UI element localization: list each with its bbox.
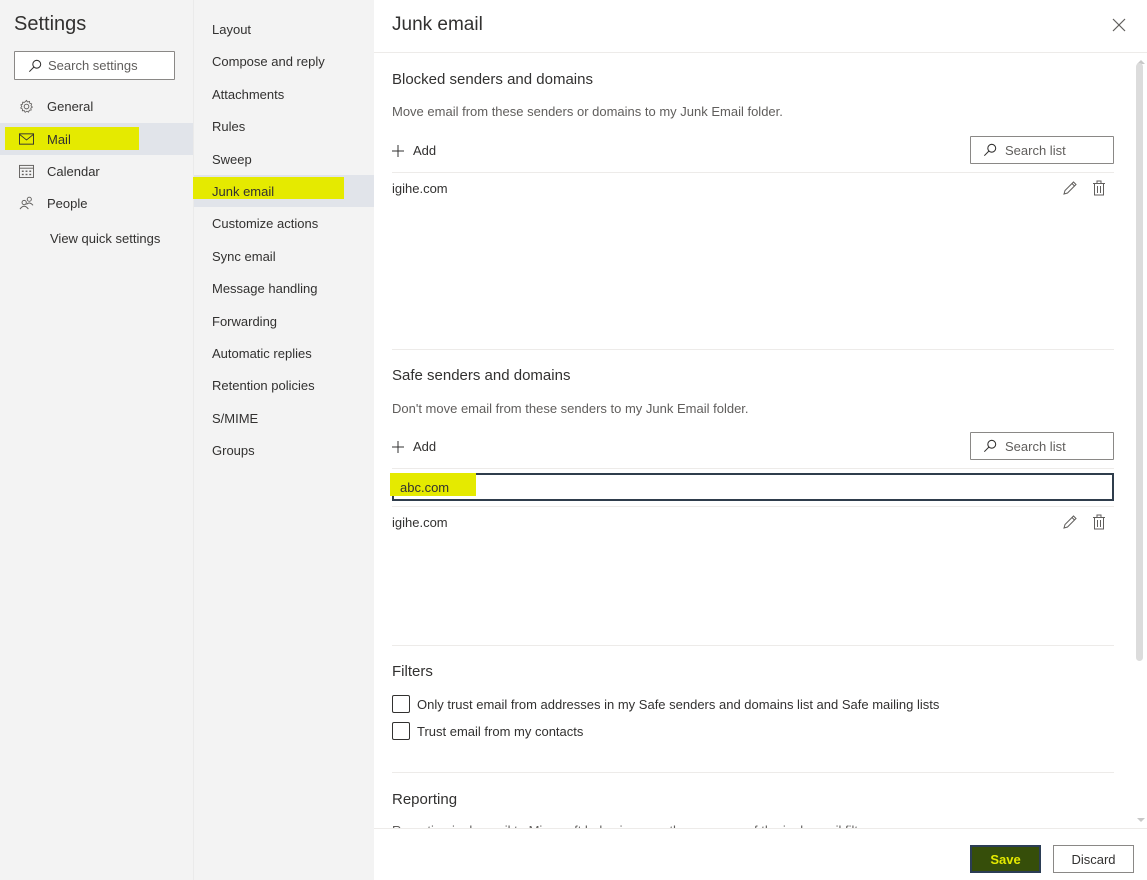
mail-nav-item[interactable]: Rules <box>194 110 374 142</box>
mail-nav-label: Junk email <box>212 183 275 199</box>
mail-nav-item[interactable]: Retention policies <box>194 369 374 401</box>
section-divider <box>392 645 1114 646</box>
search-icon <box>983 143 997 157</box>
blocked-search-list[interactable] <box>970 136 1114 164</box>
safe-entry-text: igihe.com <box>392 514 448 530</box>
edit-icon[interactable] <box>1062 180 1078 196</box>
safe-search-input[interactable] <box>1005 438 1105 454</box>
close-icon[interactable] <box>1111 17 1127 33</box>
mail-nav-label: Automatic replies <box>212 345 312 361</box>
mail-nav-label: Rules <box>212 118 246 134</box>
delete-icon[interactable] <box>1092 514 1108 530</box>
mail-nav-label: Forwarding <box>212 313 278 329</box>
mail-nav-item-junk-email[interactable]: Junk email <box>193 175 374 207</box>
nav-item-label: People <box>47 195 88 211</box>
settings-nav: Settings General Mail Calendar People Vi… <box>0 0 193 880</box>
plus-icon <box>392 440 404 453</box>
plus-icon <box>392 144 404 157</box>
blocked-entry-text: igihe.com <box>392 180 448 196</box>
checkbox[interactable] <box>392 695 410 713</box>
junk-email-panel: Junk email Blocked senders and domains M… <box>374 0 1147 880</box>
nav-item-general[interactable]: General <box>0 90 193 122</box>
mail-nav-label: Sweep <box>212 151 252 167</box>
save-button[interactable]: Save <box>970 845 1041 873</box>
mail-nav-item[interactable]: Groups <box>194 434 374 466</box>
mail-nav-label: Customize actions <box>212 215 319 231</box>
add-label: Add <box>413 439 437 454</box>
checkbox-label: Only trust email from addresses in my Sa… <box>417 696 940 712</box>
scrollbar-thumb[interactable] <box>1136 63 1143 661</box>
safe-search-list[interactable] <box>970 432 1114 460</box>
safe-entry-row[interactable]: igihe.com <box>392 507 1114 537</box>
calendar-icon <box>18 163 34 179</box>
mail-nav-item[interactable]: Message handling <box>194 272 374 304</box>
people-icon <box>18 195 34 211</box>
panel-title: Junk email <box>392 14 483 35</box>
mail-nav-label: Layout <box>212 21 252 37</box>
panel-header: Junk email <box>374 0 1147 53</box>
blocked-search-input[interactable] <box>1005 142 1105 158</box>
add-label: Add <box>413 143 437 158</box>
panel-footer: Save Discard <box>374 828 1147 880</box>
search-icon <box>28 59 42 72</box>
divider <box>392 468 1114 469</box>
settings-title: Settings <box>14 13 87 35</box>
filter-option-trust-contacts[interactable]: Trust email from my contacts <box>392 722 583 740</box>
section-divider <box>392 349 1114 350</box>
mail-nav-item[interactable]: Layout <box>194 13 374 45</box>
blocked-section-description: Move email from these senders or domains… <box>392 104 783 119</box>
settings-content: Blocked senders and domains Move email f… <box>374 54 1147 828</box>
view-quick-settings-link[interactable]: View quick settings <box>50 231 160 246</box>
nav-item-people[interactable]: People <box>0 187 193 219</box>
mail-nav-item[interactable]: S/MIME <box>194 402 374 434</box>
nav-item-calendar[interactable]: Calendar <box>0 155 193 187</box>
mail-nav-label: Groups <box>212 442 255 458</box>
gear-icon <box>18 98 34 114</box>
blocked-section-title: Blocked senders and domains <box>392 71 593 88</box>
discard-button[interactable]: Discard <box>1053 845 1134 873</box>
mail-nav-label: Message handling <box>212 280 318 296</box>
safe-section-description: Don't move email from these senders to m… <box>392 401 749 416</box>
scrollbar[interactable] <box>1134 54 1147 828</box>
mail-nav-item[interactable]: Automatic replies <box>194 337 374 369</box>
add-safe-button[interactable]: Add <box>392 439 436 454</box>
search-icon <box>983 439 997 453</box>
mail-nav-item[interactable]: Attachments <box>194 78 374 110</box>
mail-nav-label: Retention policies <box>212 377 315 393</box>
new-safe-sender-field[interactable] <box>390 473 1114 501</box>
mail-nav-item[interactable]: Compose and reply <box>194 45 374 77</box>
mail-nav-label: Compose and reply <box>212 53 325 69</box>
mail-nav-item[interactable]: Sync email <box>194 240 374 272</box>
search-settings-input[interactable] <box>48 58 168 73</box>
scroll-down-arrow[interactable] <box>1137 818 1145 822</box>
nav-item-label: General <box>47 98 94 114</box>
delete-icon[interactable] <box>1092 180 1108 196</box>
reporting-section-title: Reporting <box>392 791 458 808</box>
add-blocked-button[interactable]: Add <box>392 143 436 158</box>
checkbox-label: Trust email from my contacts <box>417 723 584 739</box>
blocked-entry-row[interactable]: igihe.com <box>392 173 1114 203</box>
checkbox[interactable] <box>392 722 410 740</box>
nav-item-label: Mail <box>47 131 71 147</box>
nav-item-label: Calendar <box>47 163 100 179</box>
filters-section-title: Filters <box>392 663 433 680</box>
new-safe-sender-input[interactable] <box>394 475 1112 499</box>
mail-nav-label: S/MIME <box>212 410 259 426</box>
nav-item-mail[interactable]: Mail <box>0 123 193 155</box>
edit-icon[interactable] <box>1062 514 1078 530</box>
safe-section-title: Safe senders and domains <box>392 367 571 384</box>
mail-settings-nav: Layout Compose and reply Attachments Rul… <box>193 0 374 880</box>
mail-nav-item[interactable]: Forwarding <box>194 305 374 337</box>
mail-nav-item[interactable]: Customize actions <box>194 207 374 239</box>
mail-nav-label: Sync email <box>212 248 276 264</box>
search-settings-field[interactable] <box>14 51 175 80</box>
filter-option-safe-only[interactable]: Only trust email from addresses in my Sa… <box>392 695 939 713</box>
section-divider <box>392 772 1114 773</box>
mail-nav-label: Attachments <box>212 86 285 102</box>
mail-icon <box>18 131 34 147</box>
mail-nav-item[interactable]: Sweep <box>194 143 374 175</box>
